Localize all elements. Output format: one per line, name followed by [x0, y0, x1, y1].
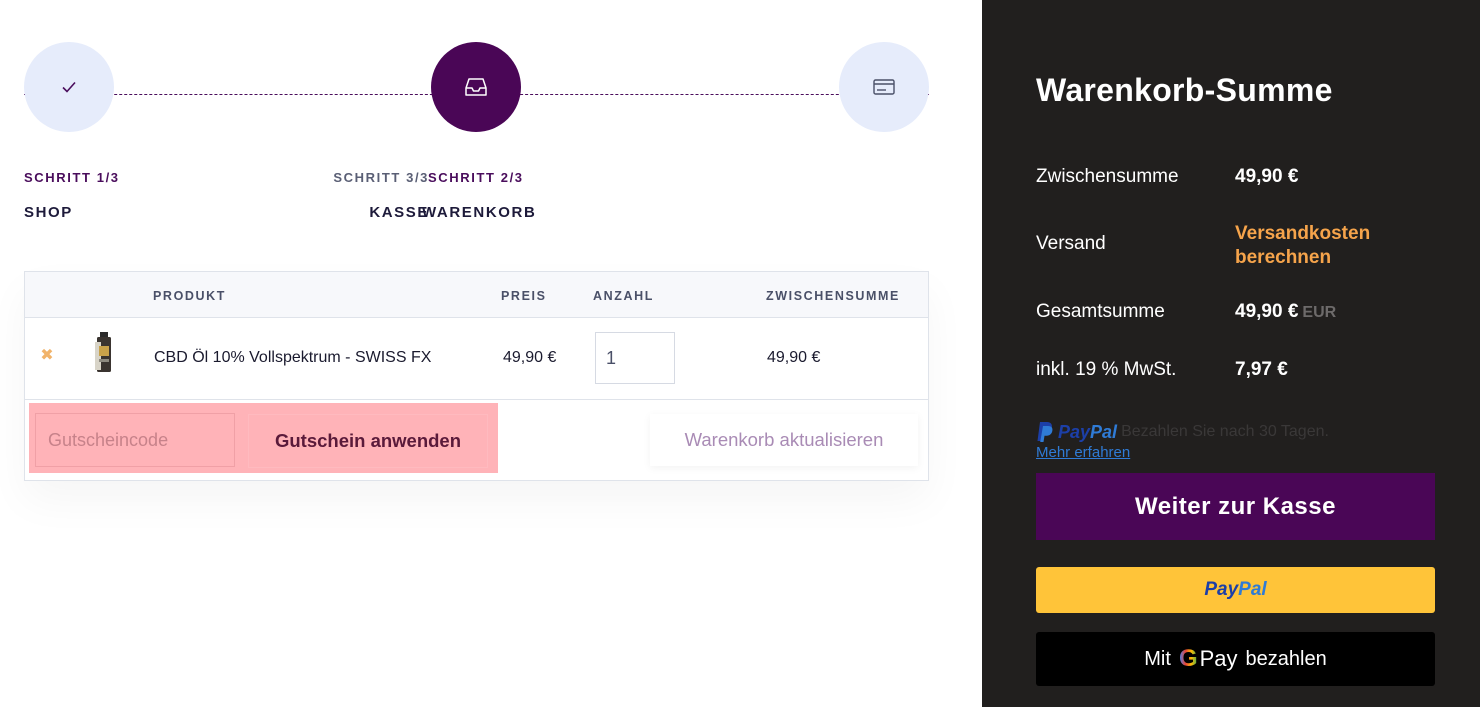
header-price: PREIS	[501, 289, 547, 303]
google-g-icon: G	[1178, 645, 1198, 672]
step-2-label[interactable]: WARENKORB	[422, 204, 536, 221]
product-name[interactable]: CBD Öl 10% Vollspektrum - SWISS FX	[154, 349, 431, 367]
coupon-code-input[interactable]	[35, 413, 235, 467]
step-1-circle[interactable]	[24, 42, 114, 132]
cart-table-header: PRODUKT PREIS ANZAHL ZWISCHENSUMME	[25, 272, 928, 318]
shipping-label: Versand	[1036, 233, 1106, 254]
header-subtotal: ZWISCHENSUMME	[766, 289, 900, 303]
remove-item-icon[interactable]: ✖	[39, 348, 55, 364]
paypal-word-pal: Pal	[1090, 421, 1118, 442]
cart-table: PRODUKT PREIS ANZAHL ZWISCHENSUMME ✖ CBD…	[24, 271, 929, 481]
step-3-label[interactable]: KASSE	[369, 204, 429, 221]
gpay-suffix: bezahlen	[1245, 647, 1327, 670]
cart-summary-panel: Warenkorb-Summe Zwischensumme 49,90 € Ve…	[982, 0, 1480, 707]
google-pay-logo: G Pay	[1179, 645, 1238, 673]
row-subtotal: 49,90 €	[767, 349, 821, 366]
google-pay-button[interactable]: Mit G Pay bezahlen	[1036, 632, 1435, 686]
step-3-circle[interactable]	[839, 42, 929, 132]
total-value-wrap: 49,90 € EUR	[1235, 301, 1336, 323]
quantity-input[interactable]	[595, 332, 675, 384]
paypal-button[interactable]: PayPal	[1036, 567, 1435, 613]
calculate-shipping-link[interactable]: Versandkosten berechnen	[1235, 222, 1415, 270]
cart-page: SCHRITT 1/3 SCHRITT 2/3 SCHRITT 3/3 SHOP…	[0, 0, 982, 707]
learn-more-link[interactable]: Mehr erfahren	[1036, 444, 1130, 461]
step-2-circle[interactable]	[431, 42, 521, 132]
step-1-counter: SCHRITT 1/3	[24, 170, 120, 185]
product-price: 49,90 €	[503, 349, 557, 366]
paypal-btn-pay: Pay	[1204, 579, 1239, 600]
tax-value: 7,97 €	[1235, 359, 1288, 380]
paypal-btn-pal: Pal	[1238, 579, 1267, 600]
coupon-area: Gutschein anwenden	[29, 403, 498, 473]
step-2-counter: SCHRITT 2/3	[428, 170, 524, 185]
paypal-logo-icon	[1037, 422, 1053, 442]
credit-card-icon	[873, 79, 895, 95]
product-thumbnail[interactable]	[93, 332, 115, 372]
paypal-wordmark: PayPal	[1058, 422, 1117, 443]
update-cart-button[interactable]: Warenkorb aktualisieren	[650, 414, 918, 466]
paypal-word-pay: Pay	[1058, 421, 1091, 442]
total-value: 49,90 €	[1235, 301, 1299, 322]
summary-title: Warenkorb-Summe	[1036, 72, 1333, 108]
inbox-tray-icon	[465, 78, 487, 96]
paypal-message-text: Bezahlen Sie nach 30 Tagen.	[1121, 423, 1329, 440]
gpay-word: Pay	[1199, 646, 1238, 671]
header-product: PRODUKT	[153, 289, 227, 303]
step-1-label[interactable]: SHOP	[24, 204, 73, 221]
subtotal-label: Zwischensumme	[1036, 166, 1179, 187]
paypal-pay-later-message: PayPal Bezahlen Sie nach 30 Tagen.	[1036, 421, 1329, 443]
total-label: Gesamtsumme	[1036, 301, 1165, 322]
total-currency: EUR	[1302, 304, 1337, 321]
table-row: ✖ CBD Öl 10% Vollspektrum - SWISS FX 49,…	[25, 318, 928, 400]
apply-coupon-button[interactable]: Gutschein anwenden	[249, 415, 487, 467]
proceed-to-checkout-button[interactable]: Weiter zur Kasse	[1036, 473, 1435, 540]
step-3-counter: SCHRITT 3/3	[333, 170, 429, 185]
header-quantity: ANZAHL	[593, 289, 654, 303]
gpay-prefix: Mit	[1144, 647, 1171, 670]
paypal-button-logo: PayPal	[1204, 579, 1266, 601]
check-icon	[62, 81, 76, 93]
tax-label: inkl. 19 % MwSt.	[1036, 359, 1177, 380]
subtotal-value: 49,90 €	[1235, 166, 1299, 187]
